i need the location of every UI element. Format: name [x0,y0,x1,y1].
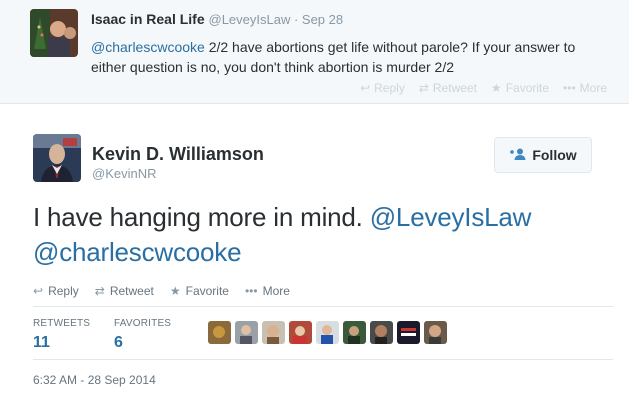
engaged-user-avatar[interactable] [343,321,366,344]
retweet-icon: ⇄ [418,81,429,95]
favorite-icon: ★ [169,284,181,298]
favorites-stat[interactable]: FAVORITES 6 [114,318,171,352]
context-author-meta[interactable]: @LeveyIsLaw · Sep 28 [209,12,344,27]
follow-button-label: Follow [532,147,577,163]
tweet-action-bar: ↩ Reply ⇄ Retweet ★ Favorite ••• More [33,284,290,298]
author-name[interactable]: Kevin D. Williamson [92,144,264,165]
tweet-text: I have hanging more in mind. @LeveyIsLaw… [33,200,613,270]
more-icon: ••• [244,284,258,298]
context-mention-link[interactable]: @charlescwcooke [91,39,205,55]
mention-link-leveyislaw[interactable]: @LeveyIsLaw [370,202,532,232]
reply-label: Reply [48,284,79,298]
context-header: Isaac in Real Life @LeveyIsLaw · Sep 28 [91,11,343,27]
context-reply-label: Reply [374,81,405,95]
more-label: More [262,284,290,298]
engaged-user-avatar[interactable] [397,321,420,344]
context-retweet-label: Retweet [432,81,477,95]
retweets-stat-label: RETWEETS [33,318,91,329]
retweet-label: Retweet [109,284,154,298]
favorite-label: Favorite [185,284,229,298]
engaged-user-avatar[interactable] [316,321,339,344]
reply-icon: ↩ [33,284,44,298]
context-more-button[interactable]: ••• More [563,81,607,95]
engaged-user-avatar[interactable] [262,321,285,344]
context-more-label: More [579,81,607,95]
context-retweet-button[interactable]: ⇄ Retweet [419,81,477,95]
reply-button[interactable]: ↩ Reply [33,284,79,298]
tweet-text-body: I have hanging more in mind. [33,202,370,232]
main-avatar[interactable] [33,134,81,182]
favorite-icon: ★ [490,81,502,95]
follow-person-icon [509,148,526,163]
context-tweet-text: @charlescwcooke 2/2 have abortions get l… [91,37,611,77]
author-handle[interactable]: @KevinNR [92,166,157,181]
context-avatar[interactable] [30,9,78,57]
engaged-users-avatars [208,321,447,344]
follow-button[interactable]: Follow [494,137,592,173]
context-tweet[interactable]: Isaac in Real Life @LeveyIsLaw · Sep 28 … [0,0,629,104]
context-reply-button[interactable]: ↩ Reply [360,81,405,95]
context-favorite-label: Favorite [505,81,550,95]
more-icon: ••• [563,81,576,95]
context-favorite-button[interactable]: ★ Favorite [491,81,549,95]
favorite-button[interactable]: ★ Favorite [170,284,229,298]
retweet-icon: ⇄ [94,284,105,298]
tweet-stats: RETWEETS 11 FAVORITES 6 [33,306,613,360]
retweets-count: 11 [33,334,50,351]
retweets-stat[interactable]: RETWEETS 11 [33,318,90,352]
tweet-timestamp[interactable]: 6:32 AM - 28 Sep 2014 [33,373,156,387]
favorites-stat-label: FAVORITES [114,318,172,329]
engaged-user-avatar[interactable] [208,321,231,344]
engaged-user-avatar[interactable] [424,321,447,344]
engaged-user-avatar[interactable] [289,321,312,344]
reply-icon: ↩ [360,81,371,95]
mention-link-charlescwcooke[interactable]: @charlescwcooke [33,237,242,267]
engaged-user-avatar[interactable] [235,321,258,344]
context-author-name[interactable]: Isaac in Real Life [91,11,205,27]
retweet-button[interactable]: ⇄ Retweet [95,284,154,298]
context-action-bar: ↩ Reply ⇄ Retweet ★ Favorite ••• More [360,81,607,95]
favorites-count: 6 [114,334,123,351]
more-button[interactable]: ••• More [245,284,290,298]
engaged-user-avatar[interactable] [370,321,393,344]
